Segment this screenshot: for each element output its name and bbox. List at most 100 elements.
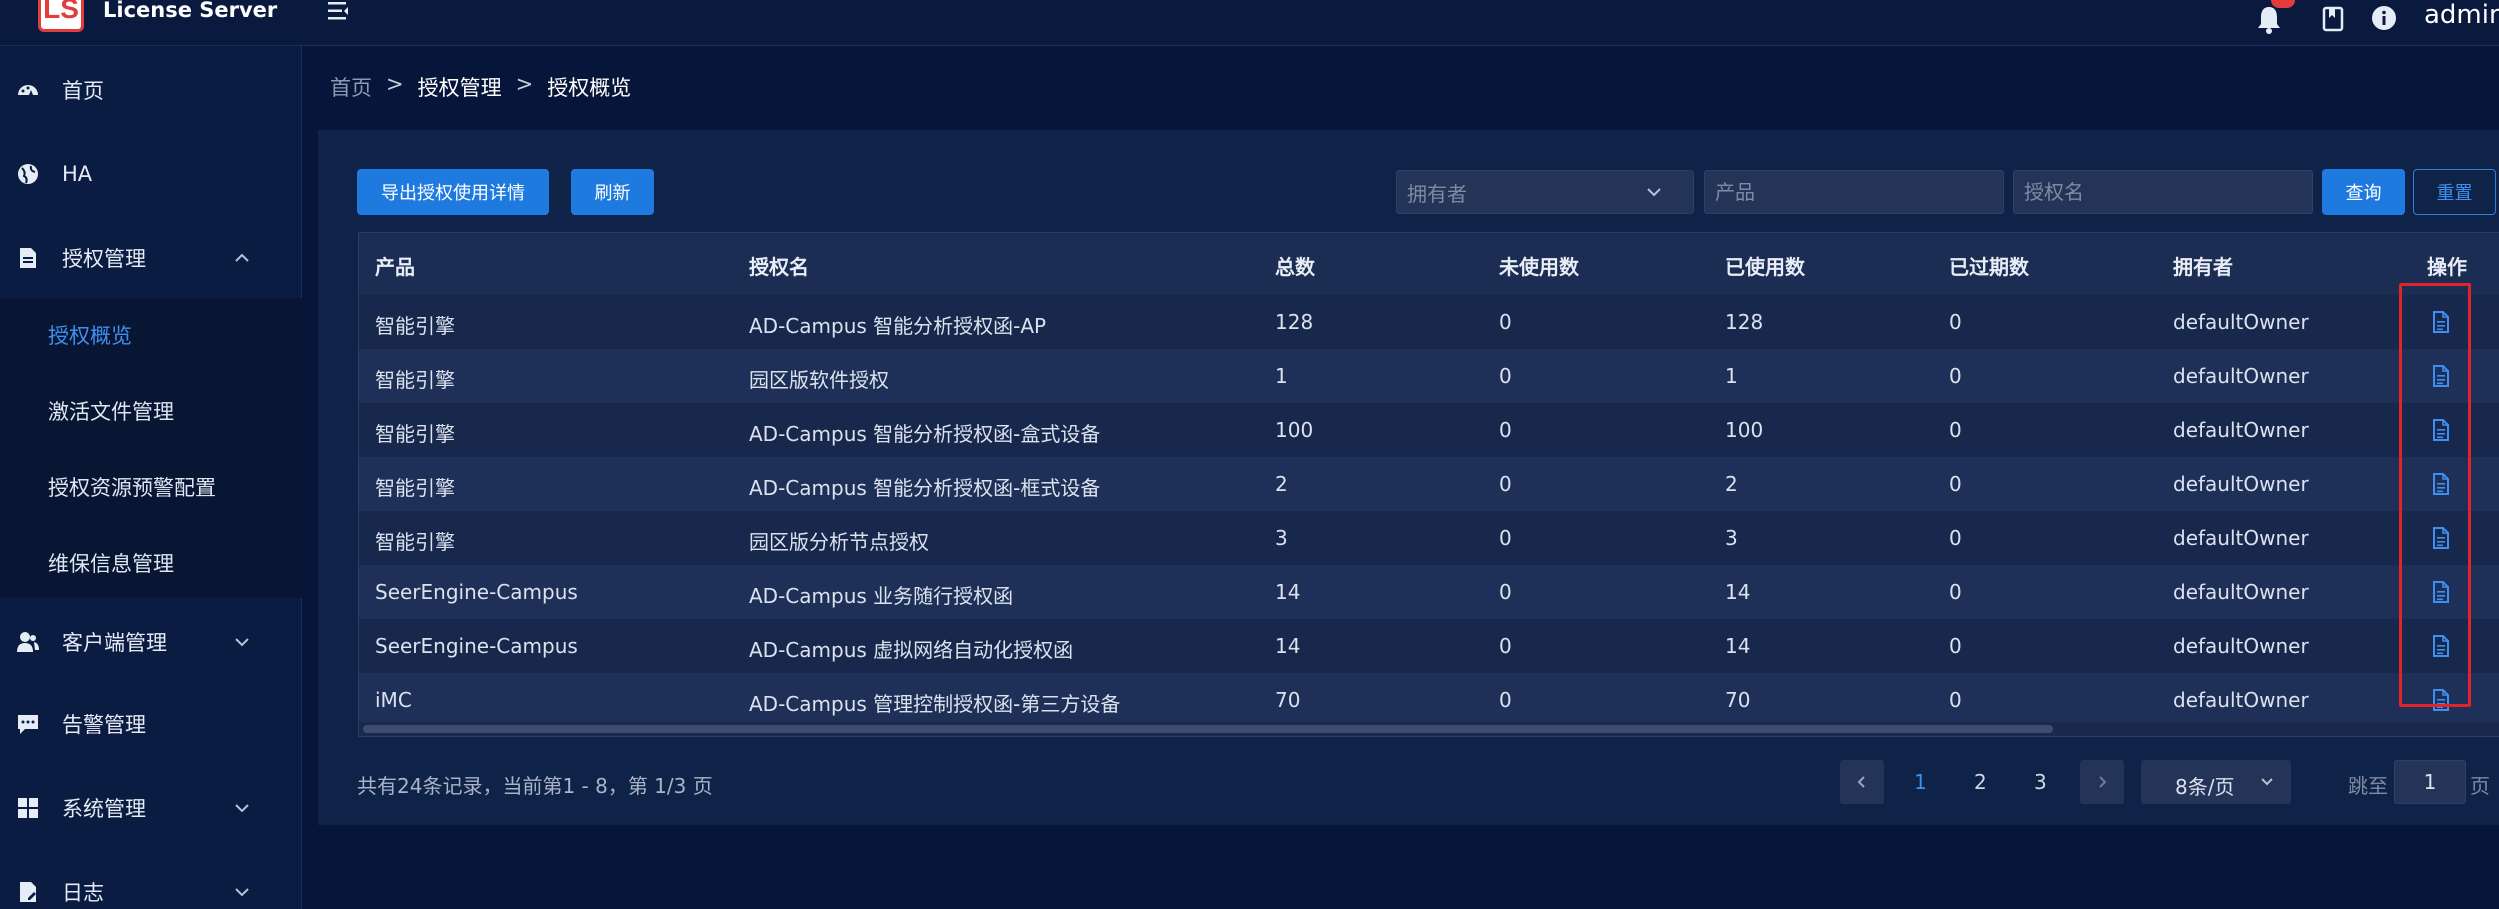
cell-expired: 0 bbox=[1949, 526, 1962, 550]
query-button[interactable]: 查询 bbox=[2322, 169, 2405, 215]
dashboard-icon bbox=[18, 85, 38, 95]
view-details-icon[interactable] bbox=[2431, 472, 2451, 496]
sidebar-item-home[interactable]: 首页 bbox=[0, 60, 302, 120]
cell-used: 14 bbox=[1725, 634, 1751, 658]
cell-total: 70 bbox=[1275, 688, 1301, 712]
column-header-product: 产品 bbox=[375, 255, 415, 279]
export-usage-button[interactable]: 导出授权使用详情 bbox=[357, 169, 549, 215]
menu-collapse-icon[interactable] bbox=[326, 0, 354, 22]
cell-owner: defaultOwner bbox=[2173, 634, 2309, 658]
license-submenu: 授权概览 激活文件管理 授权资源预警配置 维保信息管理 bbox=[0, 298, 302, 598]
sidebar-item-ha[interactable]: HA bbox=[0, 144, 302, 204]
column-header-unused: 未使用数 bbox=[1499, 255, 1579, 279]
cell-used: 14 bbox=[1725, 580, 1751, 604]
cell-total: 128 bbox=[1275, 310, 1314, 334]
view-details-icon[interactable] bbox=[2431, 310, 2451, 334]
page-3[interactable]: 3 bbox=[2034, 770, 2047, 794]
submenu-license-overview[interactable]: 授权概览 bbox=[48, 320, 132, 350]
cell-license-name: AD-Campus 管理控制授权函-第三方设备 bbox=[749, 692, 1121, 716]
cell-unused: 0 bbox=[1499, 418, 1512, 442]
column-header-used: 已使用数 bbox=[1725, 255, 1805, 279]
jump-page-suffix: 页 bbox=[2470, 774, 2490, 798]
chevron-down-icon bbox=[235, 888, 249, 897]
breadcrumb: 首页 > 授权管理 > 授权概览 bbox=[330, 72, 631, 102]
view-details-icon[interactable] bbox=[2431, 526, 2451, 550]
chevron-down-icon bbox=[1647, 188, 1661, 197]
view-details-icon[interactable] bbox=[2431, 418, 2451, 442]
user-menu[interactable]: admin bbox=[2424, 0, 2499, 30]
prev-page-button[interactable] bbox=[1840, 760, 1884, 804]
cell-used: 1 bbox=[1725, 364, 1738, 388]
cell-used: 100 bbox=[1725, 418, 1764, 442]
breadcrumb-current: 授权概览 bbox=[547, 76, 632, 100]
jump-to-label: 跳至 bbox=[2348, 774, 2388, 798]
scrollbar-thumb[interactable] bbox=[363, 725, 2053, 733]
jump-page-input[interactable] bbox=[2394, 760, 2466, 804]
cell-product: 智能引擎 bbox=[375, 476, 455, 500]
info-icon[interactable] bbox=[2370, 4, 2398, 32]
cell-license-name: 园区版软件授权 bbox=[749, 368, 889, 392]
license-name-input[interactable] bbox=[2013, 170, 2313, 214]
column-header-license-name: 授权名 bbox=[749, 255, 809, 279]
message-icon bbox=[18, 715, 38, 734]
breadcrumb-separator: > bbox=[386, 72, 404, 96]
cell-expired: 0 bbox=[1949, 634, 1962, 658]
product-input[interactable] bbox=[1704, 170, 2004, 214]
cell-product: SeerEngine-Campus bbox=[375, 634, 578, 658]
owner-select-placeholder: 拥有者 bbox=[1407, 181, 1467, 206]
submenu-maintenance-info[interactable]: 维保信息管理 bbox=[48, 548, 174, 578]
cell-product: 智能引擎 bbox=[375, 368, 455, 392]
breadcrumb-home[interactable]: 首页 bbox=[330, 72, 372, 102]
page-size-select[interactable]: 8条/页 bbox=[2141, 760, 2291, 804]
cell-total: 1 bbox=[1275, 364, 1288, 388]
notification-badge bbox=[2271, 0, 2295, 8]
book-icon[interactable] bbox=[2320, 4, 2346, 34]
owner-select[interactable]: 拥有者 bbox=[1396, 170, 1694, 214]
breadcrumb-separator: > bbox=[515, 72, 534, 96]
sidebar-item-client-management[interactable]: 客户端管理 bbox=[0, 612, 302, 672]
sidebar-item-label: HA bbox=[62, 162, 93, 186]
next-page-button[interactable] bbox=[2080, 760, 2124, 804]
cell-used: 3 bbox=[1725, 526, 1738, 550]
sidebar-item-alarm-management[interactable]: 告警管理 bbox=[0, 694, 302, 754]
chevron-up-icon bbox=[235, 253, 249, 262]
table-row: SeerEngine-Campus AD-Campus 虚拟网络自动化授权函 1… bbox=[359, 619, 2499, 673]
cell-used: 70 bbox=[1725, 688, 1751, 712]
page-1[interactable]: 1 bbox=[1914, 770, 1927, 794]
sidebar-item-logs[interactable]: 日志 bbox=[0, 862, 302, 909]
app-title: License Server bbox=[103, 0, 278, 22]
sidebar-item-label: 系统管理 bbox=[62, 797, 146, 821]
cell-license-name: AD-Campus 智能分析授权函-框式设备 bbox=[749, 476, 1101, 500]
submenu-resource-alert-config[interactable]: 授权资源预警配置 bbox=[48, 472, 216, 502]
sidebar-item-license-management[interactable]: 授权管理 bbox=[0, 228, 302, 288]
view-details-icon[interactable] bbox=[2431, 364, 2451, 388]
table-header: 产品 授权名 总数 未使用数 已使用数 已过期数 拥有者 操作 bbox=[359, 233, 2499, 295]
cell-expired: 0 bbox=[1949, 418, 1962, 442]
view-details-icon[interactable] bbox=[2431, 688, 2451, 712]
users-icon bbox=[17, 632, 39, 652]
sidebar-item-label: 首页 bbox=[62, 79, 104, 103]
sidebar-item-label: 授权管理 bbox=[62, 247, 146, 271]
page-2[interactable]: 2 bbox=[1974, 770, 1987, 794]
refresh-button[interactable]: 刷新 bbox=[571, 169, 654, 215]
cell-owner: defaultOwner bbox=[2173, 364, 2309, 388]
cell-used: 2 bbox=[1725, 472, 1738, 496]
cell-total: 100 bbox=[1275, 418, 1314, 442]
breadcrumb-parent[interactable]: 授权管理 bbox=[418, 72, 502, 102]
view-details-icon[interactable] bbox=[2431, 634, 2451, 658]
table-row: SeerEngine-Campus AD-Campus 业务随行授权函 14 0… bbox=[359, 565, 2499, 619]
submenu-activation-files[interactable]: 激活文件管理 bbox=[48, 396, 174, 426]
cell-owner: defaultOwner bbox=[2173, 310, 2309, 334]
view-details-icon[interactable] bbox=[2431, 580, 2451, 604]
sidebar-item-system-management[interactable]: 系统管理 bbox=[0, 778, 302, 838]
log-icon bbox=[20, 882, 36, 902]
page-size-value: 8条/页 bbox=[2175, 775, 2235, 799]
sidebar-item-label: 客户端管理 bbox=[62, 631, 167, 655]
chevron-right-icon bbox=[2099, 776, 2107, 788]
horizontal-scrollbar[interactable] bbox=[359, 722, 2499, 736]
column-header-expired: 已过期数 bbox=[1949, 255, 2029, 279]
cell-owner: defaultOwner bbox=[2173, 418, 2309, 442]
cell-license-name: AD-Campus 虚拟网络自动化授权函 bbox=[749, 638, 1074, 662]
column-header-owner: 拥有者 bbox=[2173, 255, 2233, 279]
reset-button[interactable]: 重置 bbox=[2413, 169, 2496, 215]
